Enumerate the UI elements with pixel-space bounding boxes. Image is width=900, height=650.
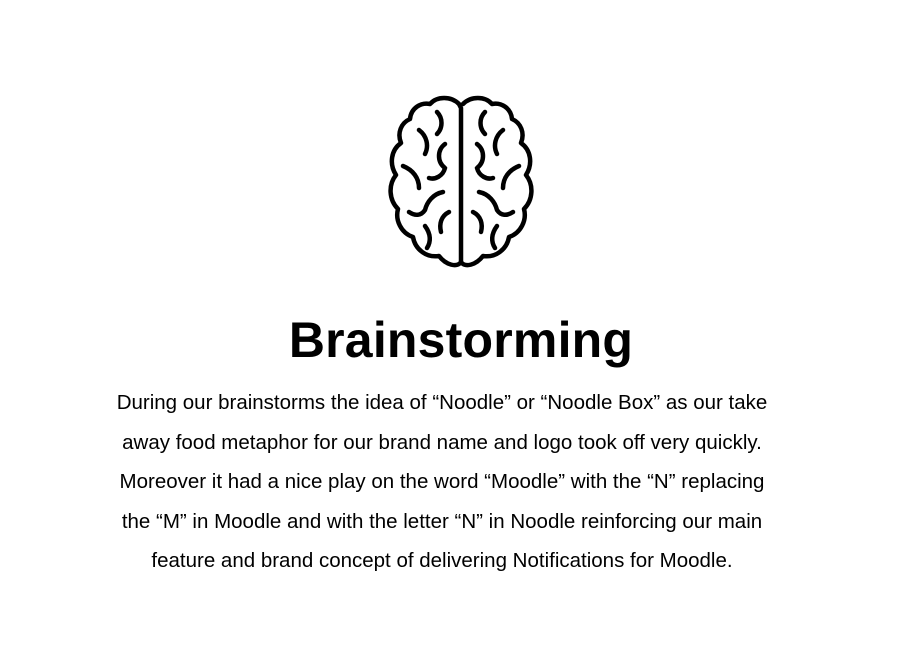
- paragraph-line: feature and brand concept of delivering …: [151, 549, 733, 572]
- brainstorming-slide: Brainstorming During our brainstorms the…: [0, 0, 900, 650]
- brain-icon: [385, 92, 537, 270]
- paragraph-line: Moreover it had a nice play on the word …: [119, 470, 765, 493]
- page-title: Brainstorming: [288, 312, 634, 368]
- body-paragraph: During our brainstorms the idea of “Nood…: [60, 383, 824, 581]
- paragraph-line: During our brainstorms the idea of “Nood…: [116, 391, 768, 414]
- paragraph-line: the “M” in Moodle and with the letter “N…: [121, 509, 763, 533]
- paragraph-line: away food metaphor for our brand name an…: [122, 430, 762, 454]
